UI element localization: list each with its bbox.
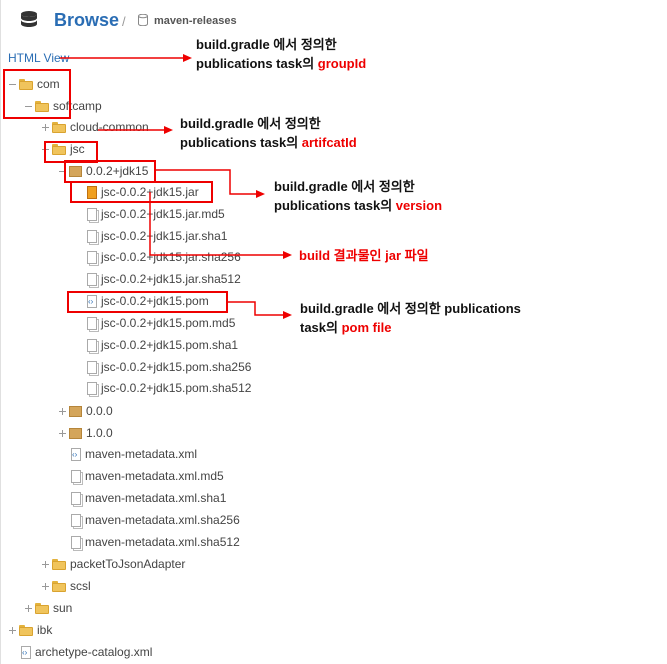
annotation-artifactid: build.gradle 에서 정의한 publications task의 a… (180, 116, 357, 150)
annotation-groupid: build.gradle 에서 정의한 publications task의 g… (196, 37, 367, 71)
annotation-jar: build 결과물인 jar 파일 (299, 248, 429, 263)
annotation-pom: build.gradle 에서 정의한 publications task의 p… (300, 301, 521, 335)
annotation-version: build.gradle 에서 정의한 publications task의 v… (274, 179, 443, 213)
